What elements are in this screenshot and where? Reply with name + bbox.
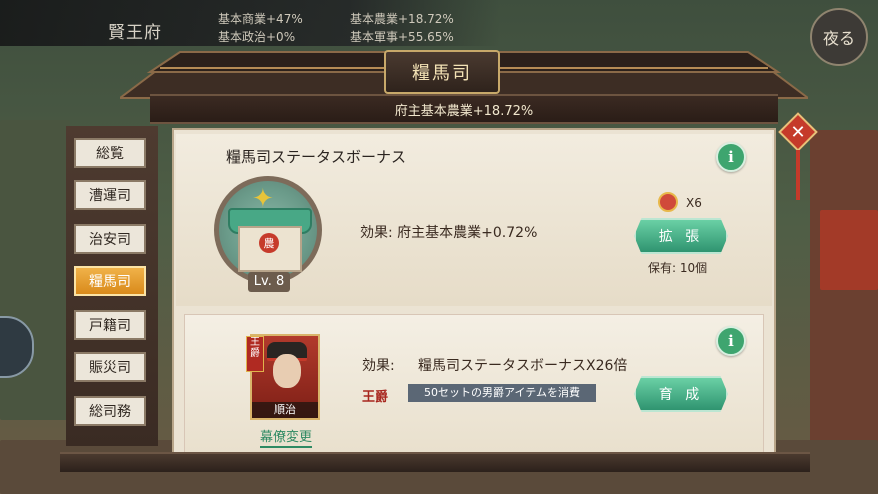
advisor-rank-label: 王爵	[362, 390, 389, 405]
tab-overview[interactable]: 総覧	[74, 138, 146, 168]
change-advisor-link[interactable]: 幕僚変更	[260, 426, 313, 448]
status-bonus-heading: 糧馬司ステータスボーナス	[226, 148, 407, 166]
tab-provisions[interactable]: 糧馬司	[74, 266, 146, 296]
tab-security[interactable]: 治安司	[74, 224, 146, 254]
advisor-effect-label: 効果:	[362, 358, 395, 374]
close-icon[interactable]: ✕	[784, 118, 812, 146]
tassel-decoration	[796, 150, 800, 200]
status-info-icon[interactable]: i	[716, 142, 746, 172]
stat-commerce: 基本商業+47%	[218, 12, 303, 26]
bonus-banner: 府主基本農業+18.72%	[150, 94, 778, 124]
dragon-item-icon	[658, 192, 678, 212]
item-cost-count: X6	[686, 196, 702, 210]
stat-agriculture: 基本農業+18.72%	[350, 12, 454, 26]
rank-badge: 王爵	[246, 336, 264, 372]
level-label: Lv. 8	[248, 272, 290, 292]
dialog-title: 糧馬司	[384, 50, 500, 94]
tab-transport[interactable]: 漕運司	[74, 180, 146, 210]
requirement-bar: 50セットの男爵アイテムを消費	[408, 384, 596, 402]
tab-census[interactable]: 戸籍司	[74, 310, 146, 340]
status-effect-text: 効果: 府主基本農業+0.72%	[360, 225, 538, 241]
bonus-banner-text: 府主基本農業+18.72%	[394, 104, 534, 119]
bottom-rail	[60, 452, 810, 472]
face-icon	[273, 354, 301, 388]
day-night-button[interactable]: 夜る	[810, 8, 868, 66]
advisor-info-icon[interactable]: i	[716, 326, 746, 356]
agriculture-seal: 農	[259, 233, 279, 253]
owned-count: 保有: 10個	[648, 261, 708, 275]
tab-general-affairs[interactable]: 総司務	[74, 396, 146, 426]
train-button[interactable]: 育 成	[634, 376, 728, 412]
advisor-name: 順治	[252, 402, 318, 418]
expand-button[interactable]: 拡 張	[634, 218, 728, 254]
tab-relief[interactable]: 賑災司	[74, 352, 146, 382]
advisor-effect-value: 糧馬司ステータスボーナスX26倍	[418, 358, 628, 374]
